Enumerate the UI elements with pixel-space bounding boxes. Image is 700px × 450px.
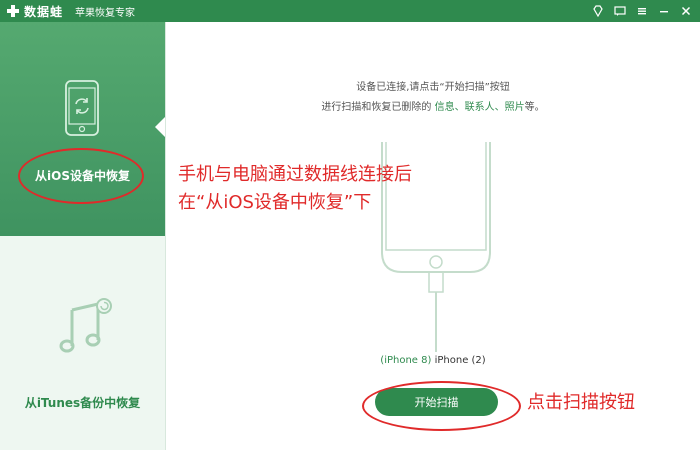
sidebar-item-itunes-recovery[interactable]: 从iTunes备份中恢复	[0, 236, 165, 450]
highlight-ellipse-scan	[362, 381, 521, 431]
instruction-highlight: 信息、联系人、照片	[434, 102, 525, 113]
minimize-icon[interactable]	[656, 3, 672, 19]
app-brand: 数据蛙	[24, 4, 64, 19]
music-note-icon	[59, 298, 112, 353]
frog-logo-icon	[7, 5, 19, 17]
close-icon[interactable]	[678, 3, 694, 19]
sidebar-item-label: 从iTunes备份中恢复	[24, 396, 141, 410]
device-name: iPhone (2)	[431, 355, 486, 366]
device-name-label: (iPhone 8) iPhone (2)	[166, 355, 700, 366]
annotation-note-connect: 手机与电脑通过数据线连接后	[178, 164, 412, 185]
annotation-note-ios: 在“从iOS设备中恢复”下	[178, 192, 372, 213]
sidebar: 从iOS设备中恢复 从iTunes备份中恢复	[0, 22, 166, 450]
instruction-prefix: 进行扫描和恢复已删除的	[321, 102, 435, 113]
highlight-ellipse-sidebar	[18, 148, 144, 204]
menu-icon[interactable]	[634, 3, 650, 19]
diamond-icon[interactable]	[590, 3, 606, 19]
feedback-icon[interactable]	[612, 3, 628, 19]
title-bar: 数据蛙 苹果恢复专家	[0, 0, 700, 22]
annotation-note-scan: 点击扫描按钮	[527, 392, 635, 413]
instruction-line-2: 进行扫描和恢复已删除的 信息、联系人、照片等。	[166, 98, 700, 113]
instruction-line-1: 设备已连接,请点击“开始扫描”按钮	[356, 82, 510, 93]
active-pointer	[155, 117, 165, 137]
app-logo: 数据蛙	[6, 3, 63, 20]
app-subtitle: 苹果恢复专家	[75, 7, 136, 19]
phone-refresh-icon	[65, 80, 99, 136]
device-model: (iPhone 8)	[380, 355, 432, 366]
instruction-suffix: 等。	[524, 102, 545, 113]
